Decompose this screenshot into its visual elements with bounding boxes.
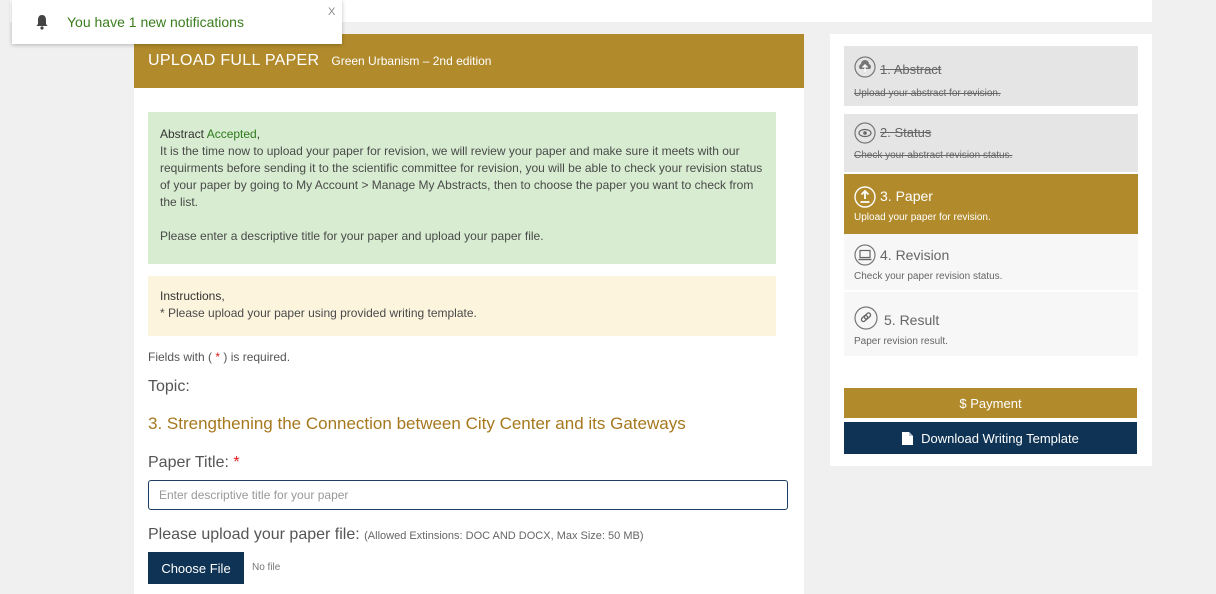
alert-title: Abstract Accepted,	[160, 127, 261, 141]
no-file-text: No file	[252, 562, 281, 573]
laptop-icon	[854, 244, 876, 266]
upload-label: Please upload your paper file: (Allowed …	[148, 526, 644, 543]
topic-value: 3. Strengthening the Connection between …	[148, 414, 686, 433]
step-title: 1. Abstract	[880, 62, 942, 77]
conference-name: Green Urbanism – 2nd edition	[331, 54, 492, 68]
step-subtitle: Upload your paper for revision.	[854, 212, 991, 223]
alert-body: It is the time now to upload your paper …	[160, 144, 763, 209]
eye-icon	[854, 122, 876, 144]
instructions-alert: Instructions, * Please upload your paper…	[148, 276, 776, 336]
step-abstract[interactable]: 1. Abstract Upload your abstract for rev…	[844, 46, 1138, 106]
step-subtitle: Paper revision result.	[854, 336, 948, 347]
download-template-button[interactable]: Download Writing Template	[844, 422, 1137, 454]
success-alert: Abstract Accepted, It is the time now to…	[148, 112, 776, 264]
alert-body-2: Please enter a descriptive title for you…	[160, 229, 544, 243]
notification-text: You have 1 new notifications	[67, 14, 244, 30]
step-title: 5. Result	[884, 312, 940, 328]
step-paper[interactable]: 3. Paper Upload your paper for revision.	[844, 174, 1138, 234]
download-template-label: Download Writing Template	[921, 430, 1079, 446]
step-status[interactable]: 2. Status Check your abstract revision s…	[844, 114, 1138, 172]
step-result[interactable]: 5. Result Paper revision result.	[844, 292, 1138, 356]
step-title: 2. Status	[880, 125, 932, 140]
close-icon[interactable]: X	[328, 6, 335, 18]
upload-circle-icon	[854, 186, 876, 208]
step-title: 4. Revision	[880, 247, 950, 263]
paper-title-input[interactable]	[148, 480, 788, 510]
step-subtitle: Check your abstract revision status.	[854, 150, 1013, 161]
step-subtitle: Upload your abstract for revision.	[854, 88, 1001, 99]
notification-toast[interactable]: You have 1 new notifications X	[12, 0, 342, 44]
paper-title-label: Paper Title: *	[148, 454, 240, 471]
accepted-label: Accepted	[206, 127, 257, 141]
instructions-title: Instructions,	[160, 289, 225, 303]
step-title: 3. Paper	[880, 188, 933, 204]
bell-icon	[36, 15, 48, 30]
upload-paper-panel: UPLOAD FULL PAPER Green Urbanism – 2nd e…	[134, 34, 804, 594]
instructions-body: * Please upload your paper using provide…	[160, 306, 477, 320]
step-revision[interactable]: 4. Revision Check your paper revision st…	[844, 234, 1138, 290]
cloud-upload-icon	[854, 56, 876, 78]
topic-label: Topic:	[148, 378, 190, 395]
step-subtitle: Check your paper revision status.	[854, 271, 1003, 282]
page-title: UPLOAD FULL PAPER	[148, 52, 320, 69]
upload-hint: (Allowed Extinsions: DOC AND DOCX, Max S…	[364, 530, 644, 542]
link-icon	[854, 306, 878, 330]
payment-button[interactable]: $ Payment	[844, 388, 1137, 418]
choose-file-button[interactable]: Choose File	[148, 552, 244, 584]
required-note: Fields with ( * ) is required.	[148, 350, 291, 364]
file-icon	[902, 431, 914, 445]
